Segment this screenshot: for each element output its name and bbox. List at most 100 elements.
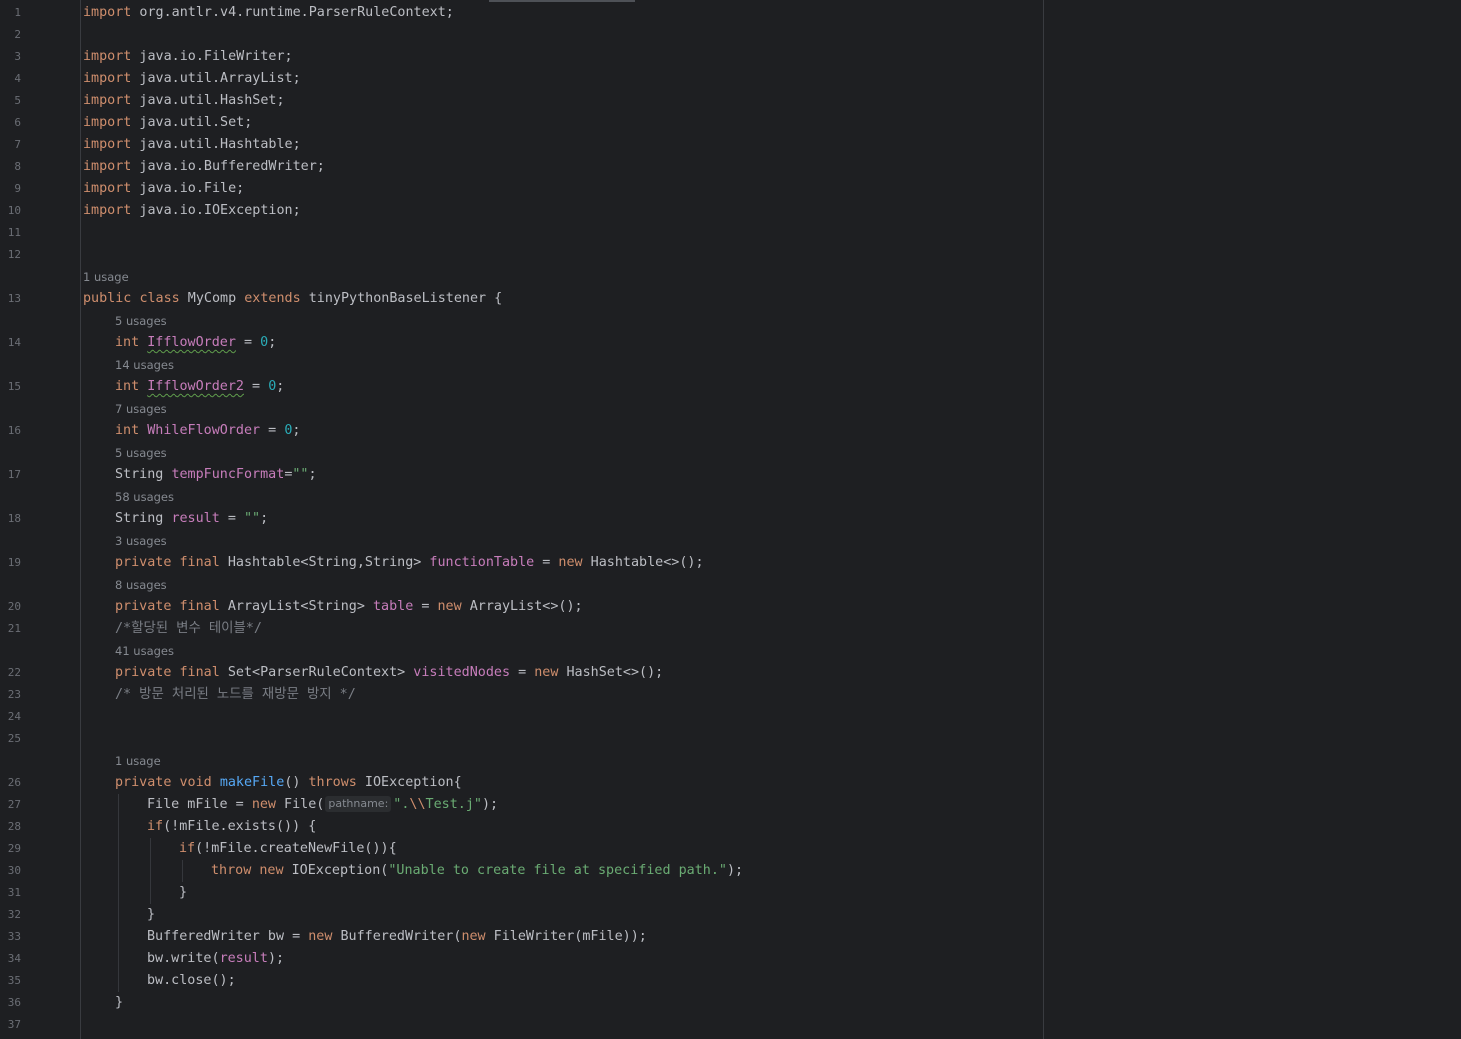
code-line[interactable]: 17 String tempFuncFormat=""; — [0, 464, 1461, 486]
code-line[interactable]: 37 — [0, 1014, 1461, 1036]
line-number: 37 — [7, 1018, 21, 1031]
code-text[interactable]: } — [179, 882, 187, 904]
code-token: MyComp — [179, 291, 245, 306]
line-number: 11 — [7, 226, 21, 239]
code-text[interactable]: if(!mFile.createNewFile()){ — [179, 838, 397, 860]
usage-hint[interactable]: 3 usages — [115, 530, 167, 552]
code-line[interactable]: 27 File mFile = new File(pathname: ".\\Tes… — [0, 794, 1461, 816]
code-text[interactable]: } — [115, 992, 123, 1014]
code-token: /*할당된 변수 테이블*/ — [115, 621, 262, 636]
code-line[interactable]: 14 int IfflowOrder = 0; — [0, 332, 1461, 354]
code-text[interactable]: int WhileFlowOrder = 0; — [115, 420, 300, 442]
code-text[interactable]: String tempFuncFormat=""; — [115, 464, 317, 486]
code-line[interactable]: 35 bw.close(); — [0, 970, 1461, 992]
code-line[interactable]: 34 bw.write(result); — [0, 948, 1461, 970]
code-text[interactable]: throw new IOException("Unable to create … — [211, 860, 743, 882]
usage-hint[interactable]: 7 usages — [115, 398, 167, 420]
code-token: ); — [726, 863, 744, 878]
code-line[interactable]: 22 private final Set<ParserRuleContext> v… — [0, 662, 1461, 684]
code-text[interactable]: import org.antlr.v4.runtime.ParserRuleCo… — [83, 2, 454, 24]
line-number: 17 — [7, 468, 21, 481]
code-text[interactable]: bw.close(); — [147, 970, 236, 992]
code-text[interactable]: } — [147, 904, 155, 926]
code-line[interactable]: 16 int WhileFlowOrder = 0; — [0, 420, 1461, 442]
code-token: private — [115, 775, 172, 790]
usage-hint[interactable]: 8 usages — [115, 574, 167, 596]
code-line[interactable]: 28 if(!mFile.exists()) { — [0, 816, 1461, 838]
line-number: 23 — [7, 688, 21, 701]
code-text[interactable]: int IfflowOrder = 0; — [115, 332, 276, 354]
usage-hint[interactable]: 5 usages — [115, 310, 167, 332]
code-text[interactable]: import java.util.Hashtable; — [83, 134, 301, 156]
code-token: FileWriter(mFile)); — [485, 929, 647, 944]
line-number: 19 — [7, 556, 21, 569]
code-line[interactable]: 26 private void makeFile() throws IOExcep… — [0, 772, 1461, 794]
code-editor[interactable]: 1 import org.antlr.v4.runtime.ParserRuleC… — [0, 0, 1461, 1039]
usage-hint[interactable]: 1 usage — [83, 266, 129, 288]
code-line[interactable]: 36} — [0, 992, 1461, 1014]
code-token: } — [147, 907, 156, 922]
code-text[interactable]: import java.io.File; — [83, 178, 244, 200]
code-text[interactable]: private final Set<ParserRuleContext> vis… — [115, 662, 663, 684]
code-line[interactable]: 18 String result = ""; — [0, 508, 1461, 530]
line-number: 30 — [7, 864, 21, 877]
code-line[interactable]: 11 — [0, 222, 1461, 244]
code-line[interactable]: 2 — [0, 24, 1461, 46]
code-text[interactable]: import java.io.BufferedWriter; — [83, 156, 325, 178]
usage-hint-row: 14 usages — [0, 354, 1461, 376]
code-text[interactable]: import java.util.Set; — [83, 112, 252, 134]
code-text[interactable]: String result = ""; — [115, 508, 268, 530]
code-text[interactable]: private void makeFile() throws IOExcepti… — [115, 772, 462, 794]
usage-hint[interactable]: 14 usages — [115, 354, 174, 376]
code-text[interactable]: import java.util.HashSet; — [83, 90, 285, 112]
code-token: Hashtable<>(); — [582, 555, 704, 570]
code-line[interactable]: 1 import org.antlr.v4.runtime.ParserRuleC… — [0, 2, 1461, 24]
code-text[interactable]: BufferedWriter bw = new BufferedWriter(n… — [147, 926, 647, 948]
code-line[interactable]: 32} — [0, 904, 1461, 926]
code-text[interactable]: import java.util.ArrayList; — [83, 68, 301, 90]
code-line[interactable]: 25 — [0, 728, 1461, 750]
code-text[interactable]: bw.write(result); — [147, 948, 284, 970]
code-text[interactable]: int IfflowOrder2 = 0; — [115, 376, 284, 398]
code-line[interactable]: 8 import java.io.BufferedWriter; — [0, 156, 1461, 178]
code-token: if — [147, 819, 164, 834]
usage-hint[interactable]: 58 usages — [115, 486, 174, 508]
usage-hint[interactable]: 41 usages — [115, 640, 174, 662]
code-text[interactable]: File mFile = new File(pathname: ".\\Test.… — [147, 794, 498, 816]
code-line[interactable]: 29 if(!mFile.createNewFile()){ — [0, 838, 1461, 860]
code-line[interactable]: 33 BufferedWriter bw = new BufferedWriter… — [0, 926, 1461, 948]
code-line[interactable]: 19 private final Hashtable<String,String>… — [0, 552, 1461, 574]
code-token: "Unable to create file at specified path… — [388, 863, 727, 878]
code-line[interactable]: 4 import java.util.ArrayList; — [0, 68, 1461, 90]
code-text[interactable]: if(!mFile.exists()) { — [147, 816, 316, 838]
code-text[interactable]: import java.io.IOException; — [83, 200, 301, 222]
code-line[interactable]: 30 throw new IOException("Unable to creat… — [0, 860, 1461, 882]
code-text[interactable]: import java.io.FileWriter; — [83, 46, 293, 68]
code-line[interactable]: 3 import java.io.FileWriter; — [0, 46, 1461, 68]
code-line[interactable]: 6 import java.util.Set; — [0, 112, 1461, 134]
code-text[interactable]: /* 방문 처리된 노드를 재방문 방지 */ — [115, 684, 356, 706]
code-area[interactable]: 1 import org.antlr.v4.runtime.ParserRuleC… — [0, 2, 1461, 1036]
code-line[interactable]: 9 import java.io.File; — [0, 178, 1461, 200]
usage-hint-row: 41 usages — [0, 640, 1461, 662]
code-line[interactable]: 7 import java.util.Hashtable; — [0, 134, 1461, 156]
code-line[interactable]: 15 int IfflowOrder2 = 0; — [0, 376, 1461, 398]
code-text[interactable]: /*할당된 변수 테이블*/ — [115, 618, 262, 640]
code-token: WhileFlowOrder — [147, 423, 261, 438]
code-line[interactable]: 10 import java.io.IOException; — [0, 200, 1461, 222]
code-token: ); — [481, 797, 499, 812]
code-line[interactable]: 24 — [0, 706, 1461, 728]
code-token: String — [115, 467, 172, 482]
code-line[interactable]: 23 /* 방문 처리된 노드를 재방문 방지 */ — [0, 684, 1461, 706]
code-text[interactable]: private final Hashtable<String,String> f… — [115, 552, 704, 574]
code-text[interactable]: public class MyComp extends tinyPythonBa… — [83, 288, 502, 310]
usage-hint[interactable]: 1 usage — [115, 750, 161, 772]
code-line[interactable]: 31} — [0, 882, 1461, 904]
code-line[interactable]: 5 import java.util.HashSet; — [0, 90, 1461, 112]
code-text[interactable]: private final ArrayList<String> table = … — [115, 596, 583, 618]
usage-hint[interactable]: 5 usages — [115, 442, 167, 464]
code-line[interactable]: 12 — [0, 244, 1461, 266]
code-line[interactable]: 13 public class MyComp extends tinyPython… — [0, 288, 1461, 310]
code-line[interactable]: 20 private final ArrayList<String> table … — [0, 596, 1461, 618]
code-line[interactable]: 21 /*할당된 변수 테이블*/ — [0, 618, 1461, 640]
